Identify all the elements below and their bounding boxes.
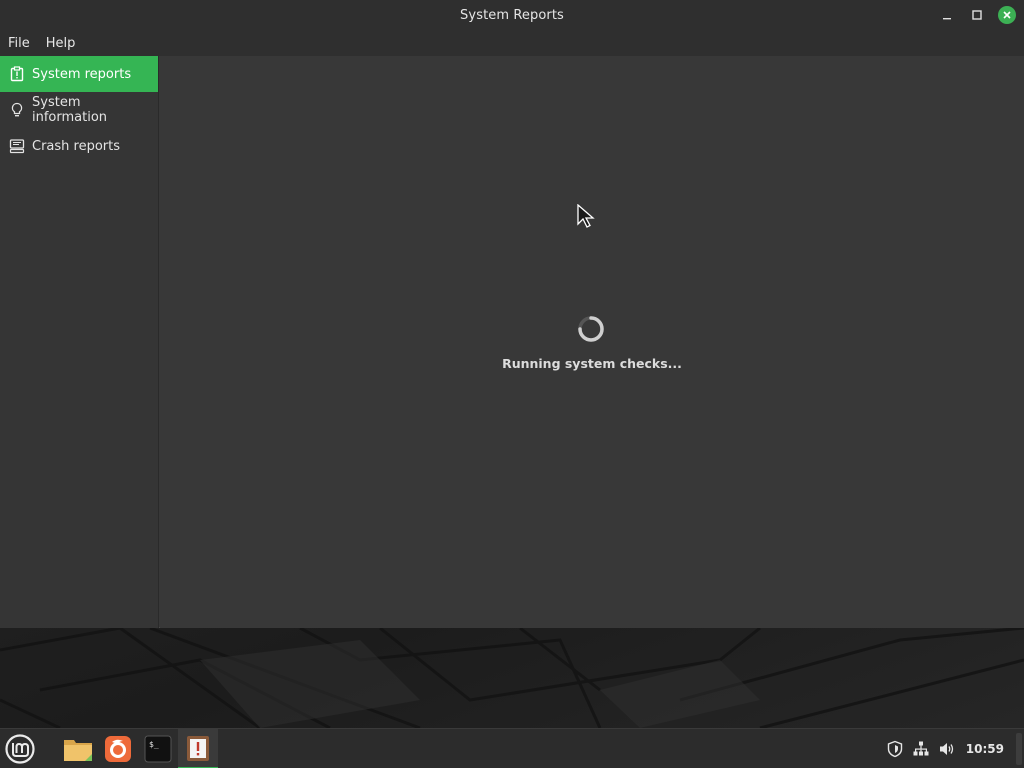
monitor-keyboard-icon [9, 138, 25, 154]
terminal-icon: $_ [144, 735, 172, 762]
mint-logo-icon [5, 733, 35, 764]
network-button[interactable] [908, 729, 934, 768]
network-icon [913, 741, 929, 756]
taskbar: $_ 10:59 [0, 728, 1024, 768]
menu-file[interactable]: File [8, 36, 30, 51]
svg-text:$_: $_ [149, 740, 159, 749]
files-launcher[interactable] [58, 729, 98, 768]
system-reports-launcher[interactable] [178, 728, 218, 768]
main-content: Running system checks... [160, 56, 1024, 628]
show-desktop-button[interactable] [1016, 733, 1022, 765]
lightbulb-icon [9, 102, 25, 118]
maximize-icon [972, 10, 982, 20]
sidebar-item-system-information[interactable]: System information [0, 92, 158, 128]
sidebar: System reports System information Crash … [0, 56, 159, 628]
terminal-launcher[interactable]: $_ [138, 729, 178, 768]
menubar: File Help [0, 30, 1024, 56]
maximize-button[interactable] [968, 6, 986, 24]
update-shield-button[interactable] [882, 729, 908, 768]
start-menu-button[interactable] [0, 729, 40, 768]
minimize-button[interactable] [938, 6, 956, 24]
status-text: Running system checks... [502, 356, 682, 371]
titlebar[interactable]: System Reports [0, 0, 1024, 30]
volume-button[interactable] [934, 729, 960, 768]
close-button[interactable] [998, 6, 1016, 24]
system-reports-window: System Reports File Help System reports [0, 0, 1024, 628]
sidebar-item-label: System reports [32, 66, 132, 82]
close-icon [998, 6, 1016, 24]
mouse-pointer-icon [577, 203, 597, 232]
sidebar-item-label: Crash reports [32, 138, 121, 154]
menu-help[interactable]: Help [46, 36, 76, 51]
sidebar-item-crash-reports[interactable]: Crash reports [0, 128, 158, 164]
loading-spinner [576, 314, 606, 344]
window-title: System Reports [460, 7, 564, 23]
minimize-icon [943, 18, 951, 20]
window-controls [938, 4, 1016, 26]
firefox-icon [105, 735, 131, 762]
system-tray: 10:59 [882, 729, 1024, 768]
sidebar-item-label: System information [32, 95, 108, 125]
clipboard-alert-icon [9, 66, 25, 82]
firefox-launcher[interactable] [98, 729, 138, 768]
volume-icon [939, 743, 953, 755]
system-reports-icon [187, 735, 209, 761]
clock[interactable]: 10:59 [966, 742, 1004, 756]
shield-icon [887, 740, 902, 758]
files-icon [64, 739, 92, 761]
sidebar-item-system-reports[interactable]: System reports [0, 56, 158, 92]
